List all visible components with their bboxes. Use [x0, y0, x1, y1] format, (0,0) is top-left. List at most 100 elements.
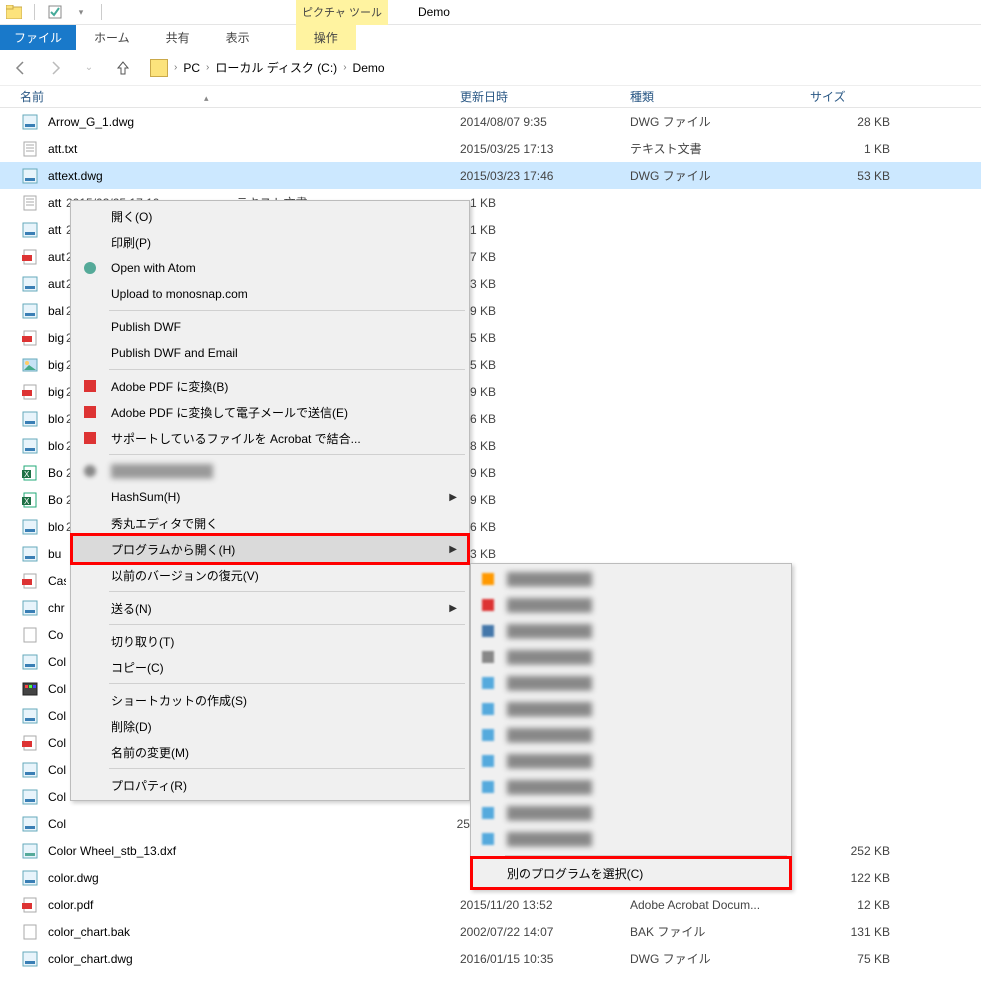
file-row[interactable]: color.pdf 2015/11/20 13:52 Adobe Acrobat…: [0, 891, 981, 918]
properties-icon[interactable]: [45, 2, 65, 22]
chevron-icon[interactable]: ›: [343, 62, 346, 73]
context-menu: 開く(O)印刷(P)Open with Atom Upload to monosn…: [70, 200, 470, 801]
context-menu-item[interactable]: ████████████: [73, 458, 467, 484]
file-name: Color Wheel_stb_13.dxf: [48, 844, 460, 858]
context-menu-item[interactable]: 名前の変更(M): [73, 739, 467, 765]
file-name: color_chart.dwg: [48, 952, 460, 966]
file-row[interactable]: Arrow_G_1.dwg 2014/08/07 9:35 DWG ファイル 2…: [0, 108, 981, 135]
file-name: Col: [48, 736, 66, 750]
choose-another-program[interactable]: 別のプログラムを選択(C): [470, 856, 792, 890]
header-date[interactable]: 更新日時: [460, 88, 630, 105]
chevron-icon[interactable]: ›: [174, 62, 177, 73]
submenu-app-item[interactable]: ██████████: [473, 696, 789, 722]
menu-label: Publish DWF and Email: [111, 346, 238, 360]
app-name: ██████████: [507, 832, 592, 846]
menu-label: Publish DWF: [111, 320, 181, 334]
header-type[interactable]: 種類: [630, 88, 810, 105]
forward-button[interactable]: [44, 57, 66, 79]
menu-separator: [109, 369, 465, 370]
context-menu-item[interactable]: Open with Atom: [73, 255, 467, 281]
file-icon: [20, 329, 40, 347]
submenu-app-item[interactable]: ██████████: [473, 566, 789, 592]
quick-access-toolbar: ▾: [4, 2, 106, 22]
file-date: 2014/08/07 9:35: [460, 115, 630, 129]
submenu-app-item[interactable]: ██████████: [473, 644, 789, 670]
file-name: Col: [48, 817, 66, 831]
context-menu-item[interactable]: 開く(O): [73, 203, 467, 229]
back-button[interactable]: [10, 57, 32, 79]
context-menu-item[interactable]: 送る(N)▶: [73, 595, 467, 621]
file-date: 2016/01/15 10:35: [460, 952, 630, 966]
submenu-app-item[interactable]: ██████████: [473, 748, 789, 774]
menu-label: Upload to monosnap.com: [111, 287, 248, 301]
file-type: テキスト文書: [630, 140, 810, 157]
context-menu-item[interactable]: ショートカットの作成(S): [73, 687, 467, 713]
file-size: 252 KB: [810, 844, 890, 858]
file-name: blo: [48, 412, 66, 426]
context-menu-item[interactable]: 切り取り(T): [73, 628, 467, 654]
file-row[interactable]: color_chart.bak 2002/07/22 14:07 BAK ファイ…: [0, 918, 981, 945]
context-menu-item[interactable]: HashSum(H)▶: [73, 484, 467, 510]
submenu-app-item[interactable]: ██████████: [473, 618, 789, 644]
column-headers: 名前▴ 更新日時 種類 サイズ: [0, 86, 981, 108]
file-name: big: [48, 331, 66, 345]
context-menu-item[interactable]: 印刷(P): [73, 229, 467, 255]
pdf-icon: [81, 429, 99, 447]
submenu-app-item[interactable]: ██████████: [473, 774, 789, 800]
header-name[interactable]: 名前▴: [20, 88, 460, 105]
breadcrumb-pc[interactable]: PC: [183, 61, 200, 75]
submenu-app-item[interactable]: ██████████: [473, 670, 789, 696]
menu-label: 別のプログラムを選択(C): [507, 865, 643, 882]
file-icon: [20, 626, 40, 644]
context-menu-item[interactable]: Upload to monosnap.com: [73, 281, 467, 307]
view-tab[interactable]: 表示: [208, 25, 268, 50]
context-menu-item[interactable]: 以前のバージョンの復元(V): [73, 562, 467, 588]
file-icon: [20, 140, 40, 158]
context-menu-item[interactable]: Adobe PDF に変換して電子メールで送信(E): [73, 399, 467, 425]
file-icon: [20, 410, 40, 428]
submenu-app-item[interactable]: ██████████: [473, 826, 789, 852]
context-menu-item[interactable]: サポートしているファイルを Acrobat で結合...: [73, 425, 467, 451]
context-menu-item[interactable]: プロパティ(R): [73, 772, 467, 798]
app-name: ██████████: [507, 676, 592, 690]
app-icon: [479, 804, 497, 822]
header-size[interactable]: サイズ: [810, 88, 900, 105]
file-type: Adobe Acrobat Docum...: [630, 898, 810, 912]
submenu-app-item[interactable]: ██████████: [473, 722, 789, 748]
home-tab[interactable]: ホーム: [76, 25, 148, 50]
file-name: Col: [48, 790, 66, 804]
file-row[interactable]: attext.dwg 2015/03/23 17:46 DWG ファイル 53 …: [0, 162, 981, 189]
context-menu-item[interactable]: Adobe PDF に変換(B): [73, 373, 467, 399]
menu-label: HashSum(H): [111, 490, 180, 504]
breadcrumb-disk[interactable]: ローカル ディスク (C:): [215, 59, 337, 76]
menu-label: 秀丸エディタで開く: [111, 515, 218, 532]
menu-label: サポートしているファイルを Acrobat で結合...: [111, 430, 361, 447]
file-row[interactable]: att.txt 2015/03/25 17:13 テキスト文書 1 KB: [0, 135, 981, 162]
share-tab[interactable]: 共有: [148, 25, 208, 50]
menu-separator: [109, 624, 465, 625]
chevron-icon[interactable]: ›: [206, 62, 209, 73]
file-size: 1 KB: [810, 142, 890, 156]
submenu-app-item[interactable]: ██████████: [473, 800, 789, 826]
app-icon: [479, 648, 497, 666]
submenu-arrow-icon: ▶: [449, 544, 457, 555]
context-menu-item[interactable]: プログラムから開く(H)▶: [70, 533, 470, 565]
file-icon: [20, 599, 40, 617]
open-with-submenu: ████████████████████████████████████████…: [470, 563, 792, 890]
submenu-app-item[interactable]: ██████████: [473, 592, 789, 618]
context-menu-item[interactable]: Publish DWF: [73, 314, 467, 340]
dropdown-icon[interactable]: ▾: [71, 2, 91, 22]
breadcrumb-folder[interactable]: Demo: [353, 61, 385, 75]
up-button[interactable]: [112, 57, 134, 79]
folder-icon: [150, 59, 168, 77]
context-menu-item[interactable]: Publish DWF and Email: [73, 340, 467, 366]
recent-dropdown[interactable]: ⌄: [78, 57, 100, 79]
operate-tab[interactable]: 操作: [296, 25, 356, 50]
context-menu-item[interactable]: 削除(D): [73, 713, 467, 739]
context-menu-item[interactable]: コピー(C): [73, 654, 467, 680]
file-row[interactable]: color_chart.dwg 2016/01/15 10:35 DWG ファイ…: [0, 945, 981, 972]
file-icon: [20, 788, 40, 806]
svg-text:X: X: [24, 470, 30, 479]
file-tab[interactable]: ファイル: [0, 25, 76, 50]
menu-label: 送る(N): [111, 600, 152, 617]
